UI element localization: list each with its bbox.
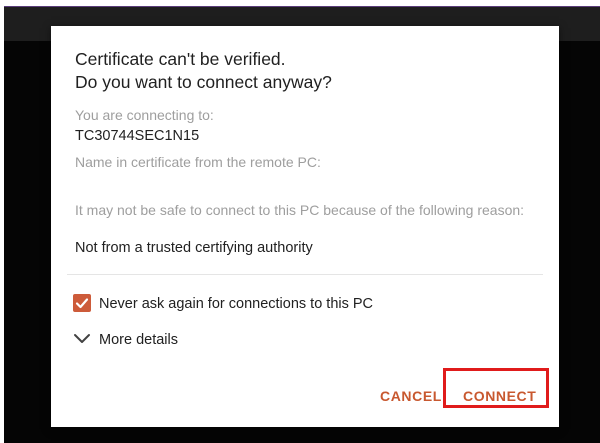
dialog-title: Certificate can't be verified. Do you wa…	[75, 48, 535, 94]
warning-text: It may not be safe to connect to this PC…	[75, 202, 525, 218]
connecting-host: TC30744SEC1N15	[75, 128, 200, 144]
checkmark-icon	[75, 298, 89, 309]
warning-reason: Not from a trusted certifying authority	[75, 240, 313, 256]
dialog-title-line1: Certificate can't be verified.	[75, 49, 286, 69]
cancel-button[interactable]: CANCEL	[380, 388, 442, 404]
certificate-dialog: Certificate can't be verified. Do you wa…	[51, 26, 559, 427]
more-details-toggle[interactable]: More details	[99, 332, 178, 348]
certificate-name-label: Name in certificate from the remote PC:	[75, 154, 321, 170]
dialog-title-line2: Do you want to connect anyway?	[75, 72, 332, 92]
connect-highlight-box	[443, 368, 549, 408]
divider	[67, 274, 543, 275]
never-ask-checkbox[interactable]	[73, 294, 91, 312]
never-ask-label[interactable]: Never ask again for connections to this …	[99, 296, 373, 312]
connecting-label: You are connecting to:	[75, 107, 214, 123]
chevron-down-icon[interactable]	[73, 332, 91, 346]
